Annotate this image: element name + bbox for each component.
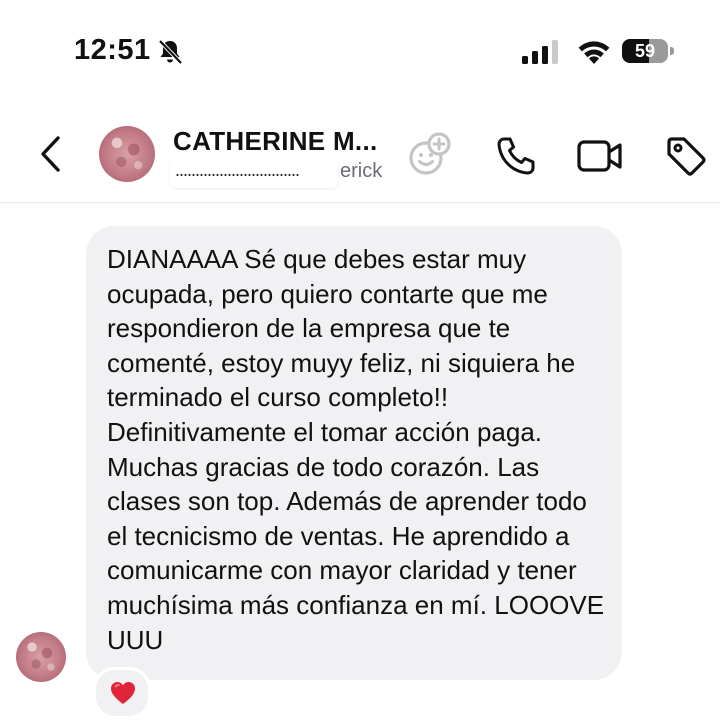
battery-icon: 59 xyxy=(622,39,676,63)
message-reaction[interactable] xyxy=(93,667,151,719)
username-suffix: erick xyxy=(340,160,383,182)
video-camera-icon[interactable] xyxy=(576,136,624,176)
redacted-username: ............................... xyxy=(170,156,338,188)
chat-header: CATHERINE M... .........................… xyxy=(0,108,720,203)
message-text: DIANAAAA Sé que debes estar muy ocupada,… xyxy=(107,244,605,655)
heart-icon xyxy=(111,682,135,704)
back-chevron-icon[interactable] xyxy=(34,132,68,176)
sender-avatar[interactable] xyxy=(16,632,66,682)
contact-avatar[interactable] xyxy=(99,126,155,182)
contact-name[interactable]: CATHERINE M... xyxy=(173,126,378,157)
bell-slash-icon xyxy=(158,39,183,65)
battery-percentage: 59 xyxy=(634,41,656,61)
add-reaction-icon[interactable] xyxy=(407,132,453,178)
clock-time: 12:51 xyxy=(74,34,151,66)
tag-icon[interactable] xyxy=(664,134,708,178)
phone-icon[interactable] xyxy=(494,134,538,178)
status-bar: 12:51 59 xyxy=(0,0,720,100)
wifi-icon xyxy=(578,41,610,64)
message-bubble[interactable]: DIANAAAA Sé que debes estar muy ocupada,… xyxy=(86,226,622,680)
cellular-signal-icon xyxy=(522,40,558,64)
